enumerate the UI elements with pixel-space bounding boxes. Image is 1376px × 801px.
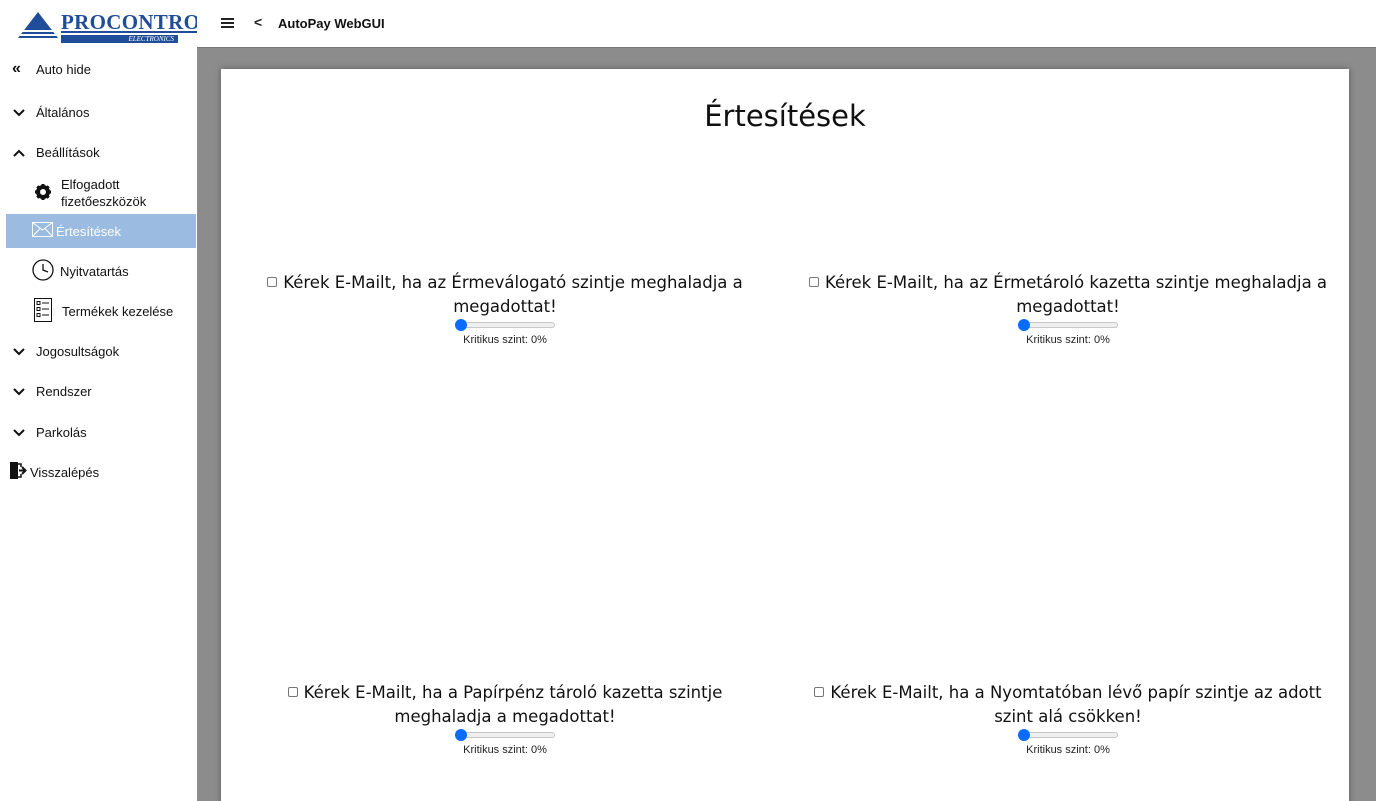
option-text: Kérek E-Mailt, ha a Nyomtatóban lévő pap… xyxy=(788,681,1348,705)
sidebar-item-termekek-kezelese[interactable]: Termékek kezelése xyxy=(34,297,194,325)
auto-hide-button[interactable]: « Auto hide xyxy=(12,59,192,79)
list-document-icon xyxy=(34,297,54,325)
auto-hide-label: Auto hide xyxy=(36,61,91,77)
sidebar-item-label: Rendszer xyxy=(36,383,92,399)
slider-thumb[interactable] xyxy=(455,319,467,331)
chevron-down-icon xyxy=(8,343,30,359)
hamburger-menu-icon[interactable] xyxy=(221,18,234,30)
level-slider[interactable] xyxy=(455,319,555,331)
sidebar-item-label: Értesítések xyxy=(56,223,122,239)
slider-track xyxy=(455,732,555,738)
procontrol-logo: PROCONTROL® ELECTRONICS xyxy=(18,8,220,44)
sidebar-item-nyitvatartas[interactable]: Nyitvatartás xyxy=(32,258,192,284)
notification-option: Kérek E-Mailt, ha az Érmetároló kazetta … xyxy=(788,271,1348,346)
envelope-icon xyxy=(32,222,54,240)
clock-icon xyxy=(32,258,56,284)
app-title: AutoPay WebGUI xyxy=(278,16,385,31)
notify-checkbox[interactable] xyxy=(267,276,278,287)
option-text-line1: Kérek E-Mailt, ha a Papírpénz tároló kaz… xyxy=(303,683,723,702)
chevron-down-icon xyxy=(8,383,30,399)
sidebar: PROCONTROL® ELECTRONICS « Auto hide Álta… xyxy=(0,0,220,801)
sidebar-item-label: Elfogadott fizetőeszközök xyxy=(61,176,146,210)
sidebar-item-label-line2: fizetőeszközök xyxy=(61,194,147,209)
slider-thumb[interactable] xyxy=(1018,729,1030,741)
critical-level-label: Kritikus szint: 0% xyxy=(463,334,547,346)
option-text: Kérek E-Mailt, ha az Érmetároló kazetta … xyxy=(788,271,1348,295)
slider-thumb[interactable] xyxy=(1018,319,1030,331)
gear-icon xyxy=(34,183,54,204)
option-text-line1: Kérek E-Mailt, ha a Nyomtatóban lévő pap… xyxy=(830,683,1322,702)
page-title: Értesítések xyxy=(704,99,866,133)
slider-track xyxy=(455,322,555,328)
sidebar-item-altalanos[interactable]: Általános xyxy=(8,102,193,122)
notify-checkbox[interactable] xyxy=(287,686,298,697)
option-text-line1: Kérek E-Mailt, ha az Érmeválogató szintj… xyxy=(283,273,743,292)
chevron-down-icon xyxy=(8,424,30,440)
level-slider[interactable] xyxy=(455,729,555,741)
option-text: Kérek E-Mailt, ha a Papírpénz tároló kaz… xyxy=(225,681,785,705)
slider-track xyxy=(1018,322,1118,328)
sidebar-item-label: Nyitvatartás xyxy=(60,263,129,279)
slider-thumb[interactable] xyxy=(455,729,467,741)
sidebar-item-rendszer[interactable]: Rendszer xyxy=(8,381,193,401)
notify-checkbox[interactable] xyxy=(808,276,819,287)
option-text-line2: meghaladja a megadottat! xyxy=(394,707,616,726)
option-text-line2: megadottat! xyxy=(1016,297,1120,316)
slider-track xyxy=(1018,732,1118,738)
sidebar-item-label: Termékek kezelése xyxy=(62,303,174,319)
notification-option: Kérek E-Mailt, ha a Nyomtatóban lévő pap… xyxy=(788,681,1348,756)
back-chevron-icon[interactable]: < xyxy=(254,14,262,30)
chevron-up-icon xyxy=(8,144,30,160)
critical-level-label: Kritikus szint: 0% xyxy=(1026,334,1110,346)
option-text-line2: szint alá csökken! xyxy=(994,707,1142,726)
sidebar-item-visszalepes[interactable]: Visszalépés xyxy=(10,462,195,482)
sidebar-item-ertesitesek[interactable]: Értesítések xyxy=(6,214,196,248)
notify-checkbox[interactable] xyxy=(814,686,825,697)
level-slider[interactable] xyxy=(1018,319,1118,331)
sidebar-item-label-line1: Elfogadott xyxy=(61,177,120,192)
sidebar-item-label: Beállítások xyxy=(36,144,100,160)
logout-icon xyxy=(10,462,28,482)
top-header: < AutoPay WebGUI xyxy=(197,0,1376,48)
option-text-line2: megadottat! xyxy=(453,297,557,316)
sidebar-item-parkolas[interactable]: Parkolás xyxy=(8,422,193,442)
critical-level-label: Kritikus szint: 0% xyxy=(1026,744,1110,756)
sidebar-item-elfogadott-fizetoeszkozok[interactable]: Elfogadott fizetőeszközök xyxy=(34,174,194,212)
critical-level-label: Kritikus szint: 0% xyxy=(463,744,547,756)
sidebar-item-beallitasok[interactable]: Beállítások xyxy=(8,142,193,162)
sidebar-item-label: Általános xyxy=(36,104,90,120)
option-text: Kérek E-Mailt, ha az Érmeválogató szintj… xyxy=(225,271,785,295)
double-chevron-left-icon: « xyxy=(12,60,21,77)
level-slider[interactable] xyxy=(1018,729,1118,741)
notifications-card: Értesítések Kérek E-Mailt, ha az Érmevál… xyxy=(221,69,1349,801)
notification-option: Kérek E-Mailt, ha a Papírpénz tároló kaz… xyxy=(225,681,785,756)
sidebar-item-label: Visszalépés xyxy=(30,464,100,480)
sidebar-item-label: Parkolás xyxy=(36,424,87,440)
chevron-down-icon xyxy=(8,104,30,120)
notification-option: Kérek E-Mailt, ha az Érmeválogató szintj… xyxy=(225,271,785,346)
option-text-line1: Kérek E-Mailt, ha az Érmetároló kazetta … xyxy=(824,273,1328,292)
sidebar-item-jogosultsagok[interactable]: Jogosultságok xyxy=(8,341,193,361)
sidebar-item-label: Jogosultságok xyxy=(36,343,120,359)
